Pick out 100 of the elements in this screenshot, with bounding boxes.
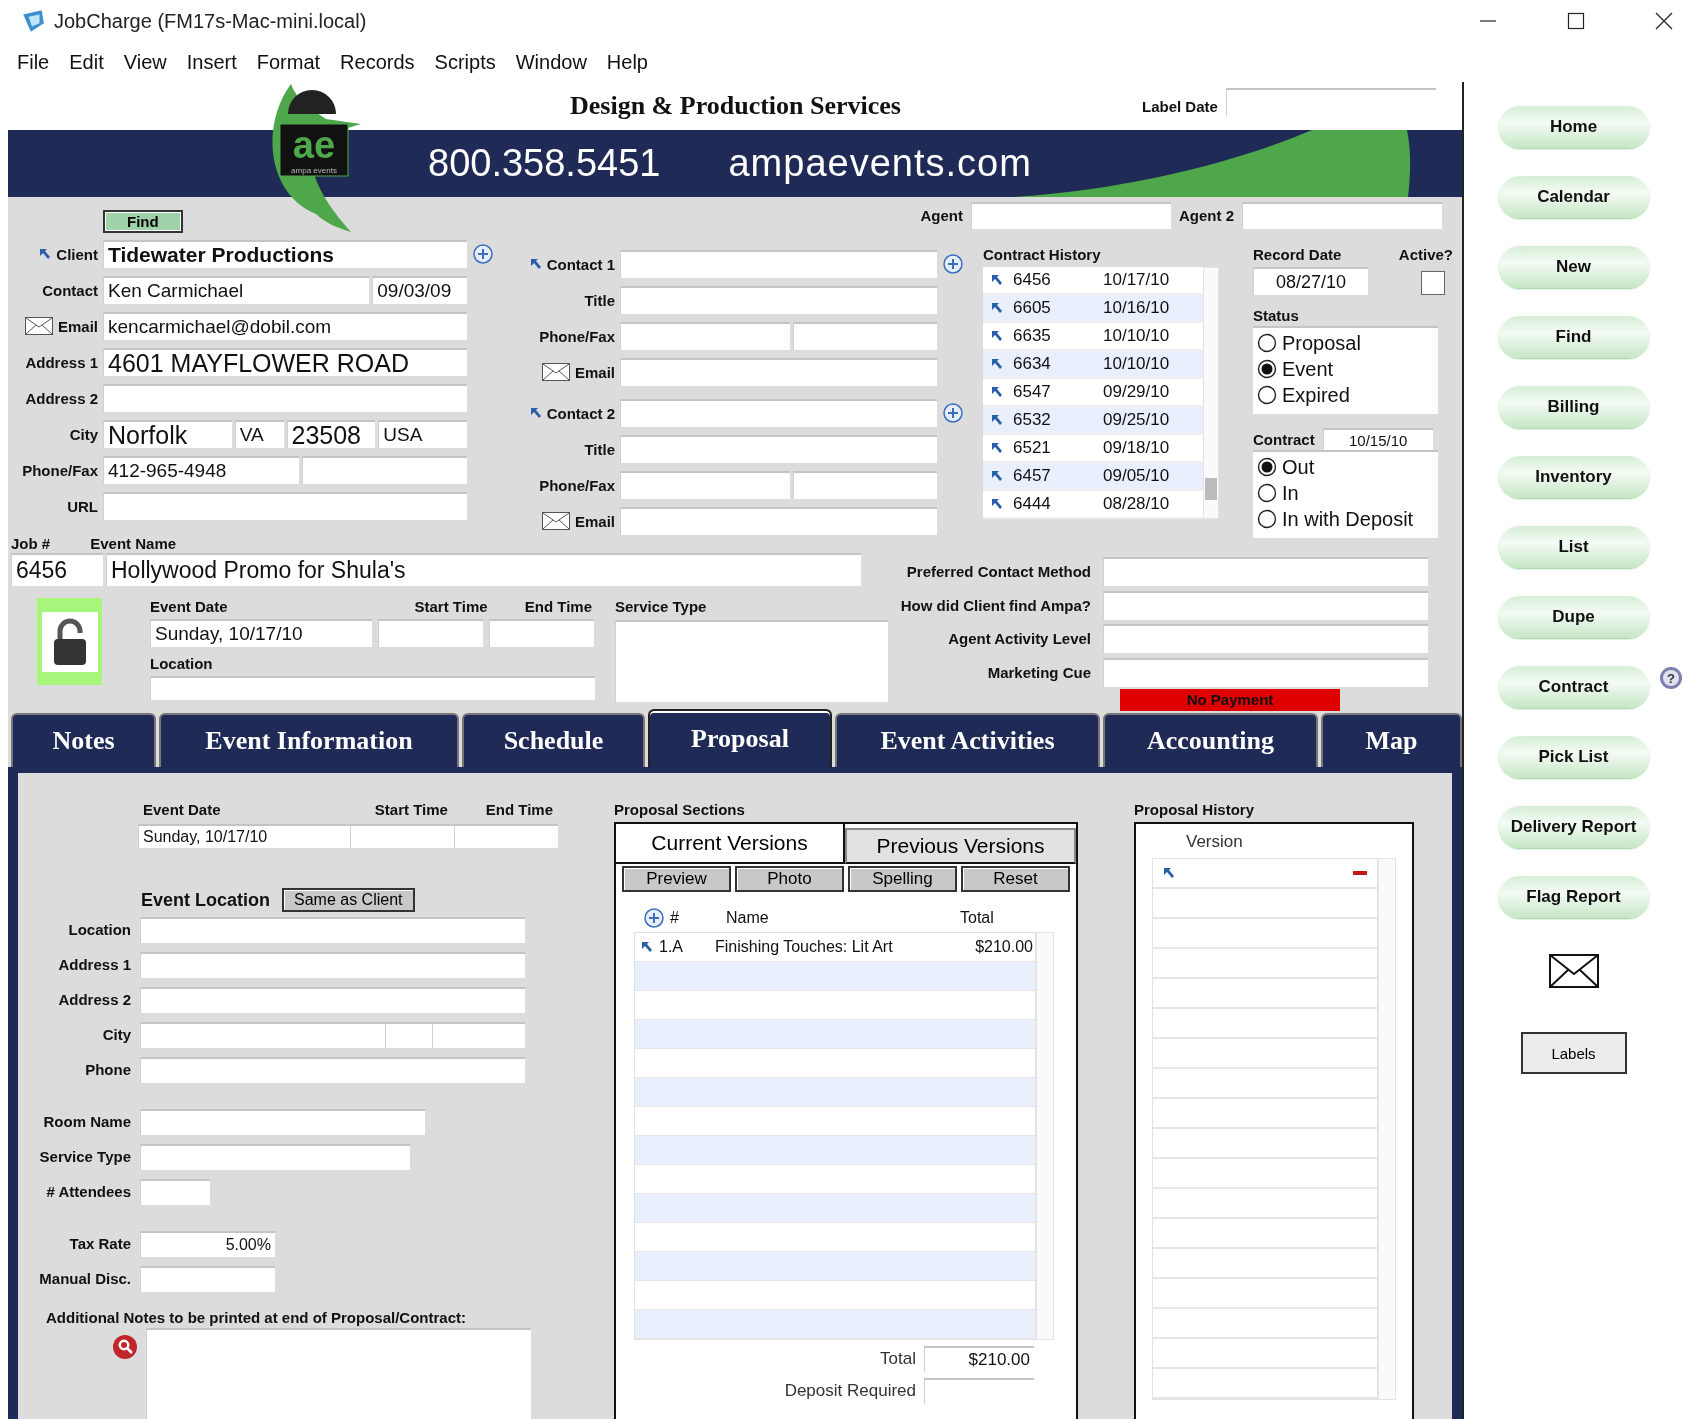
- arrow-icon[interactable]: [991, 358, 1003, 370]
- envelope-icon[interactable]: [541, 363, 570, 381]
- menu-item[interactable]: View: [123, 50, 167, 74]
- add-icon[interactable]: [644, 908, 664, 928]
- input-field[interactable]: [620, 250, 937, 278]
- tab[interactable]: Event Information: [159, 713, 459, 767]
- input-field[interactable]: [140, 1265, 275, 1292]
- input-field[interactable]: 6456: [11, 553, 103, 586]
- input-field[interactable]: [620, 399, 937, 427]
- input-field[interactable]: [1242, 201, 1442, 229]
- input-field[interactable]: 10/15/10: [1322, 428, 1433, 450]
- add-icon[interactable]: [473, 244, 493, 264]
- input-field[interactable]: [620, 435, 937, 463]
- input-field[interactable]: [140, 1108, 425, 1135]
- menu-item[interactable]: Format: [256, 50, 321, 74]
- find-button[interactable]: Find: [103, 209, 183, 233]
- input-field[interactable]: [1103, 657, 1428, 687]
- menu-item[interactable]: Window: [515, 50, 587, 74]
- table-row[interactable]: [635, 1252, 1035, 1281]
- menu-item[interactable]: Records: [340, 50, 415, 74]
- scrollbar[interactable]: [1203, 267, 1219, 519]
- input-field[interactable]: [302, 456, 467, 484]
- input-field[interactable]: [378, 619, 483, 647]
- arrow-icon[interactable]: [991, 498, 1003, 510]
- input-field[interactable]: [489, 619, 594, 647]
- envelope-icon[interactable]: [1548, 954, 1599, 988]
- input-field[interactable]: 412-965-4948: [103, 456, 300, 484]
- history-row[interactable]: 6532 09/25/10: [983, 407, 1203, 435]
- arrow-icon[interactable]: [991, 414, 1003, 426]
- history-row[interactable]: 6457 09/05/10: [983, 463, 1203, 491]
- table-row[interactable]: [635, 962, 1035, 991]
- history-row[interactable]: 6634 10/10/10: [983, 351, 1203, 379]
- input-field[interactable]: Sunday, 10/17/10: [138, 824, 350, 848]
- input-field[interactable]: [453, 824, 558, 848]
- arrow-icon[interactable]: [39, 248, 52, 260]
- nav-button[interactable]: Delivery Report: [1498, 806, 1649, 848]
- envelope-icon[interactable]: [24, 317, 53, 335]
- radio-button[interactable]: [1257, 509, 1277, 529]
- tab[interactable]: Previous Versions: [845, 828, 1076, 864]
- input-field[interactable]: [140, 1143, 410, 1170]
- nav-button[interactable]: Calendar: [1498, 176, 1649, 218]
- tab[interactable]: Map: [1321, 713, 1462, 767]
- arrow-icon[interactable]: [529, 258, 542, 270]
- add-icon[interactable]: [943, 254, 963, 274]
- nav-button[interactable]: Billing: [1498, 386, 1649, 428]
- nav-button[interactable]: Dupe: [1498, 596, 1649, 638]
- nav-button[interactable]: Home: [1498, 106, 1649, 148]
- input-field[interactable]: USA: [378, 420, 467, 448]
- tab[interactable]: Notes: [11, 713, 156, 767]
- input-field[interactable]: [1103, 590, 1428, 620]
- table-row[interactable]: [635, 1136, 1035, 1165]
- input-field[interactable]: [140, 1021, 385, 1048]
- arrow-icon[interactable]: [991, 470, 1003, 482]
- close-icon[interactable]: [1655, 12, 1673, 30]
- input-field[interactable]: [793, 322, 937, 350]
- input-field[interactable]: [432, 1021, 525, 1048]
- notes-field[interactable]: [146, 1328, 531, 1419]
- tab[interactable]: Schedule: [462, 713, 645, 767]
- arrow-icon[interactable]: [991, 442, 1003, 454]
- input-field[interactable]: 09/03/09: [372, 276, 467, 304]
- input-field[interactable]: [140, 916, 525, 943]
- table-row[interactable]: [635, 1020, 1035, 1049]
- radio-button[interactable]: [1257, 457, 1277, 477]
- magnifier-icon[interactable]: [112, 1334, 138, 1360]
- input-field[interactable]: 5.00%: [140, 1230, 275, 1257]
- input-field[interactable]: 08/27/10: [1253, 267, 1368, 295]
- input-field[interactable]: [140, 1178, 210, 1205]
- input-field[interactable]: [150, 676, 595, 700]
- table-row[interactable]: [635, 1194, 1035, 1223]
- menu-item[interactable]: Scripts: [434, 50, 496, 74]
- toolbar-button[interactable]: Reset: [961, 866, 1070, 892]
- envelope-icon[interactable]: [541, 512, 570, 530]
- arrow-icon[interactable]: [991, 330, 1003, 342]
- input-field[interactable]: [103, 492, 467, 520]
- input-field[interactable]: [140, 951, 525, 978]
- table-row[interactable]: [635, 1310, 1035, 1339]
- active-checkbox[interactable]: [1421, 271, 1445, 295]
- input-field[interactable]: [140, 1056, 525, 1083]
- maximize-icon[interactable]: [1567, 12, 1585, 30]
- input-field[interactable]: [615, 620, 888, 702]
- input-field[interactable]: Ken Carmichael: [103, 276, 370, 304]
- nav-button[interactable]: Flag Report: [1498, 876, 1649, 918]
- input-field[interactable]: [1103, 557, 1428, 587]
- menu-item[interactable]: Help: [606, 50, 648, 74]
- menu-item[interactable]: File: [17, 50, 50, 74]
- nav-button[interactable]: Pick List: [1498, 736, 1649, 778]
- input-field[interactable]: [971, 201, 1171, 229]
- menu-item[interactable]: Edit: [69, 50, 104, 74]
- input-field[interactable]: Hollywood Promo for Shula's: [106, 553, 861, 586]
- input-field[interactable]: [620, 286, 937, 314]
- input-field[interactable]: [140, 986, 525, 1013]
- nav-button[interactable]: Inventory: [1498, 456, 1649, 498]
- help-icon[interactable]: ?: [1658, 666, 1683, 690]
- arrow-icon[interactable]: [991, 302, 1003, 314]
- input-field[interactable]: VA: [234, 420, 284, 448]
- input-field[interactable]: Tidewater Productions: [103, 240, 467, 268]
- nav-button[interactable]: Find: [1498, 316, 1649, 358]
- input-field[interactable]: [103, 384, 467, 412]
- lock-button[interactable]: [37, 598, 102, 685]
- radio-button[interactable]: [1257, 483, 1277, 503]
